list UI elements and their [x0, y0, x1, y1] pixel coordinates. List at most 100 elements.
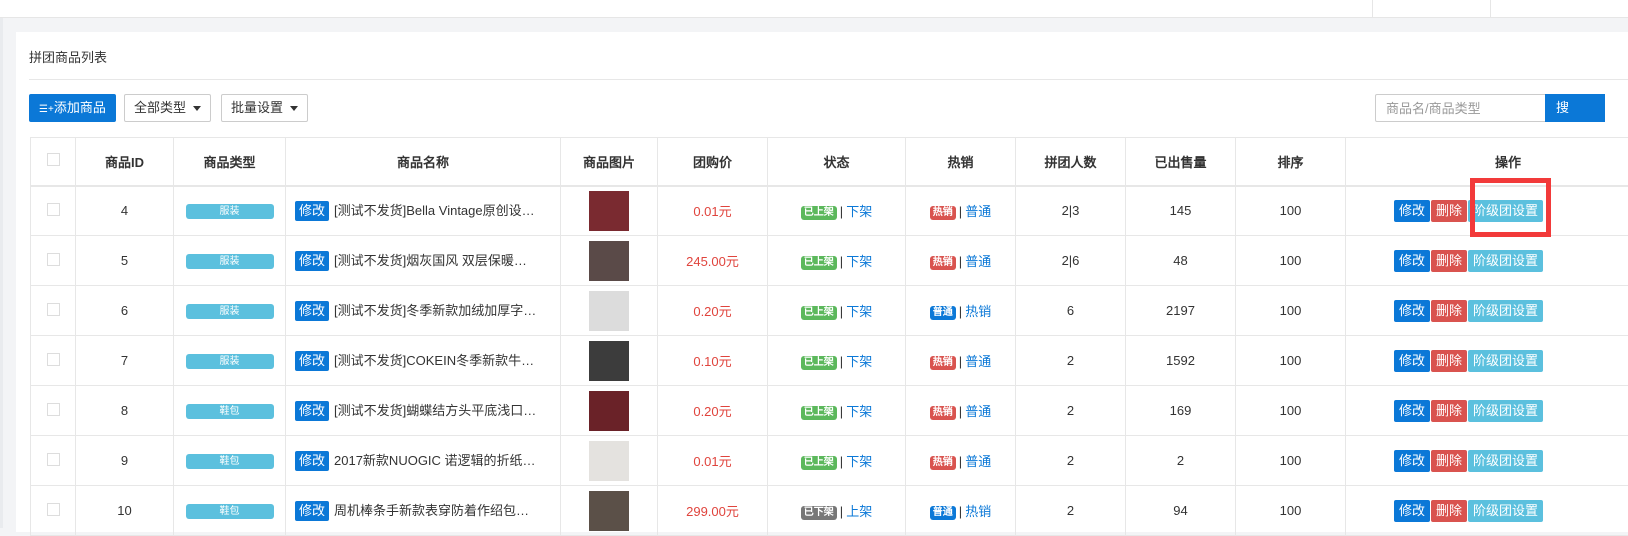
batch-settings-dropdown[interactable]: 批量设置 [221, 94, 308, 122]
image-cell [561, 436, 658, 486]
header-people: 拼团人数 [1016, 138, 1126, 186]
edit-name-button[interactable]: 修改 [295, 251, 329, 271]
image-cell [561, 286, 658, 336]
edit-button[interactable]: 修改 [1394, 350, 1430, 372]
product-type-badge: 服装 [186, 204, 274, 219]
product-thumbnail[interactable] [589, 491, 629, 531]
sort-order: 100 [1236, 436, 1346, 486]
delete-button[interactable]: 删除 [1431, 500, 1467, 522]
toggle-shelf-link[interactable]: 下架 [846, 404, 872, 419]
edit-name-button[interactable]: 修改 [295, 451, 329, 471]
product-thumbnail[interactable] [589, 191, 629, 231]
delete-button[interactable]: 删除 [1431, 400, 1467, 422]
edit-name-button[interactable]: 修改 [295, 501, 329, 521]
header-type: 商品类型 [174, 138, 286, 186]
toggle-hot-link[interactable]: 普通 [965, 354, 991, 369]
ops-cell: 修改删除阶级团设置 [1346, 436, 1628, 486]
edit-button[interactable]: 修改 [1394, 250, 1430, 272]
caret-down-icon [193, 106, 201, 111]
group-price: 0.01元 [658, 186, 768, 236]
delete-button[interactable]: 删除 [1431, 250, 1467, 272]
hot-cell: 热销|普通 [906, 236, 1016, 286]
select-all-checkbox[interactable] [47, 153, 60, 166]
product-thumbnail[interactable] [589, 441, 629, 481]
group-people: 2|3 [1016, 186, 1126, 236]
row-checkbox[interactable] [47, 203, 60, 216]
toggle-hot-link[interactable]: 普通 [965, 454, 991, 469]
select-cell [31, 236, 76, 286]
edit-button[interactable]: 修改 [1394, 500, 1430, 522]
hot-cell: 热销|普通 [906, 186, 1016, 236]
image-cell [561, 336, 658, 386]
product-thumbnail[interactable] [589, 291, 629, 331]
tier-group-settings-button[interactable]: 阶级团设置 [1468, 400, 1543, 422]
product-name: 2017新款NUOGIC 诺逻辑的折纸… [334, 453, 536, 468]
toggle-hot-link[interactable]: 普通 [965, 404, 991, 419]
tier-group-settings-button[interactable]: 阶级团设置 [1468, 250, 1543, 272]
type-filter-dropdown[interactable]: 全部类型 [124, 94, 211, 122]
product-id: 7 [76, 336, 174, 386]
tier-group-settings-button[interactable]: 阶级团设置 [1468, 450, 1543, 472]
status-cell: 已下架|上架 [768, 486, 906, 536]
edit-name-button[interactable]: 修改 [295, 301, 329, 321]
toggle-shelf-link[interactable]: 下架 [846, 454, 872, 469]
image-cell [561, 486, 658, 536]
name-cell: 修改 2017新款NUOGIC 诺逻辑的折纸… [286, 436, 561, 486]
search-input[interactable] [1375, 94, 1546, 122]
row-checkbox[interactable] [47, 503, 60, 516]
group-price: 0.10元 [658, 336, 768, 386]
product-thumbnail[interactable] [589, 341, 629, 381]
ops-cell: 修改删除阶级团设置 [1346, 186, 1628, 236]
toggle-shelf-link[interactable]: 下架 [846, 204, 872, 219]
edit-button[interactable]: 修改 [1394, 450, 1430, 472]
row-checkbox[interactable] [47, 253, 60, 266]
row-checkbox[interactable] [47, 403, 60, 416]
product-type-badge: 鞋包 [186, 404, 274, 419]
tier-group-settings-button[interactable]: 阶级团设置 [1468, 300, 1543, 322]
edit-name-button[interactable]: 修改 [295, 401, 329, 421]
table-row: 10 鞋包 修改周机棒条手新款表穿防着作绍包… 299.00元 已下架|上架 普… [31, 486, 1628, 536]
row-checkbox[interactable] [47, 453, 60, 466]
delete-button[interactable]: 删除 [1431, 200, 1467, 222]
product-type-badge: 服装 [186, 304, 274, 319]
top-bar-divider [1372, 0, 1373, 18]
edit-button[interactable]: 修改 [1394, 400, 1430, 422]
search-button[interactable]: 搜 [1545, 94, 1605, 122]
ops-cell: 修改删除阶级团设置 [1346, 236, 1628, 286]
add-product-button[interactable]: ☰+添加商品 [29, 94, 116, 122]
product-id: 9 [76, 436, 174, 486]
edit-name-button[interactable]: 修改 [295, 201, 329, 221]
edit-button[interactable]: 修改 [1394, 200, 1430, 222]
sort-order: 100 [1236, 386, 1346, 436]
group-price: 0.20元 [658, 286, 768, 336]
top-bar-divider [1490, 0, 1491, 18]
sold-count: 2197 [1126, 286, 1236, 336]
toggle-hot-link[interactable]: 普通 [965, 254, 991, 269]
delete-button[interactable]: 删除 [1431, 450, 1467, 472]
toggle-hot-link[interactable]: 普通 [965, 204, 991, 219]
type-cell: 鞋包 [174, 386, 286, 436]
row-checkbox[interactable] [47, 303, 60, 316]
tier-group-settings-button[interactable]: 阶级团设置 [1468, 350, 1543, 372]
edit-name-button[interactable]: 修改 [295, 351, 329, 371]
product-thumbnail[interactable] [589, 241, 629, 281]
product-thumbnail[interactable] [589, 391, 629, 431]
delete-button[interactable]: 删除 [1431, 350, 1467, 372]
status-cell: 已上架|下架 [768, 236, 906, 286]
row-checkbox[interactable] [47, 353, 60, 366]
name-cell: 修改周机棒条手新款表穿防着作绍包… [286, 486, 561, 536]
toggle-shelf-link[interactable]: 上架 [846, 504, 872, 519]
select-all-cell [31, 138, 76, 186]
product-name: [测试不发货]COKEIN冬季新款牛… [334, 353, 534, 368]
tier-group-settings-button[interactable]: 阶级团设置 [1468, 200, 1543, 222]
toggle-shelf-link[interactable]: 下架 [846, 304, 872, 319]
hot-cell: 普通|热销 [906, 486, 1016, 536]
toggle-shelf-link[interactable]: 下架 [846, 354, 872, 369]
toggle-hot-link[interactable]: 热销 [965, 504, 991, 519]
toggle-hot-link[interactable]: 热销 [965, 304, 991, 319]
tier-group-settings-button[interactable]: 阶级团设置 [1468, 500, 1543, 522]
delete-button[interactable]: 删除 [1431, 300, 1467, 322]
hot-cell: 热销|普通 [906, 386, 1016, 436]
toggle-shelf-link[interactable]: 下架 [846, 254, 872, 269]
edit-button[interactable]: 修改 [1394, 300, 1430, 322]
